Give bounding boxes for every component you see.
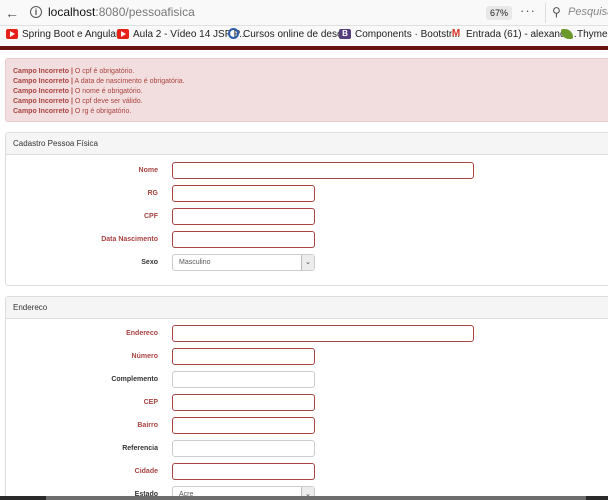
- complemento-label: Complemento: [111, 376, 158, 383]
- referencia-label: Referencia: [122, 445, 158, 452]
- zoom-level-badge[interactable]: 67%: [486, 6, 512, 20]
- bootstrap-icon: B: [339, 28, 351, 39]
- youtube-icon: [6, 28, 18, 39]
- sexo-label: Sexo: [141, 259, 158, 266]
- rg-input[interactable]: [172, 185, 315, 202]
- bairro-input[interactable]: [172, 417, 315, 434]
- data-nascimento-label: Data Nascimento: [101, 236, 158, 243]
- data-nascimento-input[interactable]: [172, 231, 315, 248]
- bairro-label: Bairro: [137, 422, 158, 429]
- sexo-select[interactable]: Masculino ⌄: [172, 254, 315, 271]
- numero-input[interactable]: [172, 348, 315, 365]
- alert-line: Campo Incorreto | O cpf deve ser válido.: [13, 98, 143, 105]
- rg-label: RG: [147, 190, 159, 197]
- bookmark-bootstrap[interactable]: B Components · Bootstr...: [339, 28, 460, 43]
- endereco-label: Endereco: [126, 330, 158, 337]
- alert-line: Campo Incorreto | O rg é obrigatório.: [13, 108, 132, 115]
- scrollbar-thumb[interactable]: [46, 496, 586, 500]
- thymeleaf-icon: [561, 28, 573, 39]
- back-arrow-icon[interactable]: ←: [3, 4, 21, 22]
- complemento-input[interactable]: [172, 371, 315, 388]
- alert-line: Campo Incorreto | O nome é obrigatório.: [13, 88, 143, 95]
- numero-label: Número: [131, 353, 158, 360]
- sexo-selected-value: Masculino: [179, 259, 211, 266]
- alert-line: Campo Incorreto | A data de nascimento é…: [13, 78, 185, 85]
- endereco-input[interactable]: [172, 325, 474, 342]
- circle-icon: [228, 28, 239, 39]
- chevron-down-icon: ⌄: [301, 255, 314, 270]
- url-input[interactable]: localhost:8080/pessoafisica: [48, 5, 195, 19]
- validation-alert: Campo Incorreto | O cpf é obrigatório. C…: [5, 58, 608, 122]
- nome-label: Nome: [138, 167, 158, 174]
- bookmark-spring-boot[interactable]: Spring Boot e Angular...: [6, 28, 127, 43]
- pessoa-fisica-panel: Cadastro Pessoa Física Nome RG CPF Data …: [5, 132, 608, 286]
- bookmark-thymeleaf[interactable]: Thymele: [561, 28, 608, 43]
- alert-line: Campo Incorreto | O cpf é obrigatório.: [13, 68, 135, 75]
- search-box[interactable]: ⚲ Pesquisar: [545, 3, 608, 23]
- gmail-icon: M: [451, 27, 461, 39]
- cep-input[interactable]: [172, 394, 315, 411]
- cidade-input[interactable]: [172, 463, 315, 480]
- search-placeholder: Pesquisar: [568, 6, 608, 18]
- youtube-icon: [117, 28, 129, 39]
- cpf-label: CPF: [144, 213, 158, 220]
- search-icon: ⚲: [552, 5, 561, 19]
- browser-url-bar: ← i localhost:8080/pessoafisica 67% ··· …: [0, 0, 608, 26]
- page-actions-icon[interactable]: ···: [520, 3, 536, 18]
- horizontal-scrollbar[interactable]: [0, 496, 608, 500]
- panel-title: Endereco: [6, 297, 608, 319]
- panel-title: Cadastro Pessoa Física: [6, 133, 608, 155]
- page-top-bar: [0, 46, 608, 50]
- bookmarks-bar: Spring Boot e Angular... Aula 2 - Vídeo …: [0, 26, 608, 46]
- referencia-input[interactable]: [172, 440, 315, 457]
- info-icon[interactable]: i: [30, 6, 42, 18]
- cidade-label: Cidade: [134, 468, 158, 475]
- bookmark-cursos[interactable]: Cursos online de dese...: [228, 28, 351, 43]
- bookmark-gmail[interactable]: M Entrada (61) - alexandr...: [450, 27, 577, 43]
- endereco-panel: Endereco Endereco Número Complemento CEP…: [5, 296, 608, 500]
- cpf-input[interactable]: [172, 208, 315, 225]
- cep-label: CEP: [143, 399, 158, 406]
- nome-input[interactable]: [172, 162, 474, 179]
